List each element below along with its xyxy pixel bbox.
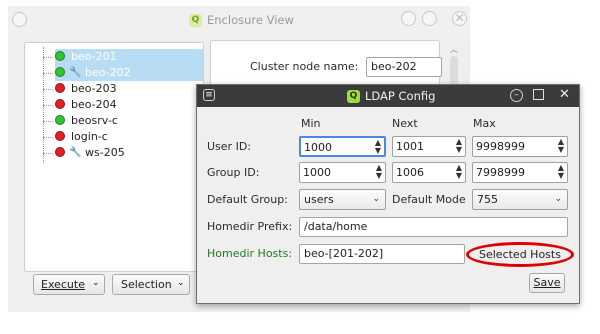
chevron-down-icon: ⌄ xyxy=(372,194,380,204)
user-id-max-spinbox[interactable]: 9998999 ▲ ▼ xyxy=(472,136,568,157)
ldap-config-dialog: ≡ Q LDAP Config – ✕ Min Next Max User ID… xyxy=(196,84,580,304)
save-button-label: Save xyxy=(533,276,561,289)
status-red-icon xyxy=(55,131,65,141)
tree-connector xyxy=(43,57,53,58)
homedir-hosts-field[interactable]: beo-[201-202] xyxy=(299,244,465,264)
default-group-value: users xyxy=(304,193,334,206)
user-id-max-value: 9998999 xyxy=(476,140,525,153)
tree-item-label: beo-201 xyxy=(71,50,117,63)
status-green-icon xyxy=(55,51,65,61)
selected-hosts-button[interactable]: Selected Hosts xyxy=(479,248,561,261)
status-red-icon xyxy=(55,147,65,157)
default-mode-select[interactable]: 755 ⌄ xyxy=(472,189,568,210)
group-id-label: Group ID: xyxy=(207,166,260,179)
maximize-icon[interactable] xyxy=(422,11,437,26)
default-mode-label: Default Mode xyxy=(392,193,466,206)
enclosure-view-titlebar: Q Enclosure View ✕ xyxy=(8,6,470,34)
tree-item-login-c[interactable]: login-c xyxy=(43,129,203,145)
enclosure-window-title: Enclosure View xyxy=(207,13,294,27)
tree-item-beo-203[interactable]: beo-203 xyxy=(43,81,203,97)
status-red-icon xyxy=(55,99,65,109)
save-button[interactable]: Save xyxy=(529,273,565,293)
tree-item-label: login-c xyxy=(71,130,108,143)
spin-arrows-icon[interactable]: ▲ ▼ xyxy=(456,138,462,154)
default-mode-value: 755 xyxy=(477,193,498,206)
group-id-next-spinbox[interactable]: 1006 ▲ ▼ xyxy=(392,162,466,183)
max-column-header: Max xyxy=(473,117,496,130)
wrench-icon: 🔧 xyxy=(69,67,82,78)
chevron-down-icon: ⌄ xyxy=(92,278,100,288)
spin-arrows-icon[interactable]: ▲ ▼ xyxy=(375,139,381,155)
execute-button[interactable]: Execute ⌄ xyxy=(33,274,105,295)
ldap-dialog-title: LDAP Config xyxy=(365,89,436,103)
status-green-icon xyxy=(55,67,65,77)
close-icon[interactable]: ✕ xyxy=(559,87,570,102)
ldap-config-titlebar: ≡ Q LDAP Config – ✕ xyxy=(197,85,579,107)
cluster-node-label: Cluster node name: xyxy=(250,60,359,73)
group-id-max-spinbox[interactable]: 7998999 ▲ ▼ xyxy=(472,162,568,183)
user-id-min-value: 1000 xyxy=(304,141,332,154)
tree-item-label: beo-203 xyxy=(71,82,117,95)
maximize-icon[interactable] xyxy=(533,89,544,100)
spin-arrows-icon[interactable]: ▲ ▼ xyxy=(456,164,462,180)
user-id-next-value: 1001 xyxy=(396,140,424,153)
tree-item-label: beosrv-c xyxy=(71,114,118,127)
tree-connector xyxy=(43,137,53,138)
selection-button[interactable]: Selection ⌄ xyxy=(112,274,190,295)
user-id-next-spinbox[interactable]: 1001 ▲ ▼ xyxy=(392,136,466,157)
group-id-max-value: 7998999 xyxy=(476,166,525,179)
tree-item-beo-201[interactable]: beo-201 xyxy=(43,49,203,65)
homedir-prefix-field[interactable]: /data/home xyxy=(299,217,568,237)
selection-button-label: Selection xyxy=(121,278,172,291)
homedir-prefix-label: Homedir Prefix: xyxy=(207,220,293,233)
default-group-label: Default Group: xyxy=(207,193,288,206)
execute-button-label: Execute xyxy=(41,278,85,291)
tree-item-beo-204[interactable]: beo-204 xyxy=(43,97,203,113)
user-id-label: User ID: xyxy=(207,140,251,153)
group-id-min-value: 1000 xyxy=(303,166,331,179)
minimize-icon[interactable]: – xyxy=(510,89,523,102)
next-column-header: Next xyxy=(392,117,418,130)
tree-item-ws-205[interactable]: 🔧 ws-205 xyxy=(43,145,203,161)
spin-arrows-icon[interactable]: ▲ ▼ xyxy=(558,138,564,154)
group-id-next-value: 1006 xyxy=(396,166,424,179)
menu-icon[interactable]: ≡ xyxy=(203,89,215,101)
chevron-down-icon: ⌄ xyxy=(177,278,185,288)
node-tree[interactable]: beo-201 🔧 beo-202 beo-203 beo-204 beosrv-c log… xyxy=(24,42,204,272)
tree-item-label: beo-204 xyxy=(71,98,117,111)
close-icon[interactable]: ✕ xyxy=(452,11,467,26)
spin-arrows-icon[interactable]: ▲ ▼ xyxy=(558,164,564,180)
tree-item-label: beo-202 xyxy=(85,66,131,79)
tree-connector xyxy=(43,121,53,122)
homedir-hosts-label: Homedir Hosts: xyxy=(207,247,293,260)
spin-arrows-icon[interactable]: ▲ ▼ xyxy=(376,164,382,180)
tree-connector xyxy=(43,73,53,74)
tree-item-label: ws-205 xyxy=(85,146,125,159)
q-logo-icon: Q xyxy=(189,14,202,27)
minimize-icon[interactable] xyxy=(401,11,416,26)
tree-connector xyxy=(43,153,53,154)
cluster-node-field[interactable]: beo-202 xyxy=(366,57,442,77)
q-logo-icon: Q xyxy=(347,90,360,103)
tree-connector xyxy=(43,105,53,106)
group-id-min-spinbox[interactable]: 1000 ▲ ▼ xyxy=(299,162,386,183)
default-group-select[interactable]: users ⌄ xyxy=(299,189,386,210)
wrench-icon: 🔧 xyxy=(69,147,82,158)
tree-connector xyxy=(43,89,53,90)
tree-item-beo-202[interactable]: 🔧 beo-202 xyxy=(43,65,203,81)
min-column-header: Min xyxy=(301,117,321,130)
status-red-icon xyxy=(55,83,65,93)
status-green-icon xyxy=(55,115,65,125)
chevron-down-icon: ⌄ xyxy=(554,194,562,204)
tree-item-beosrv-c[interactable]: beosrv-c xyxy=(43,113,203,129)
user-id-min-spinbox[interactable]: 1000 ▲ ▼ xyxy=(299,136,386,157)
window-menu-icon[interactable] xyxy=(12,12,27,27)
